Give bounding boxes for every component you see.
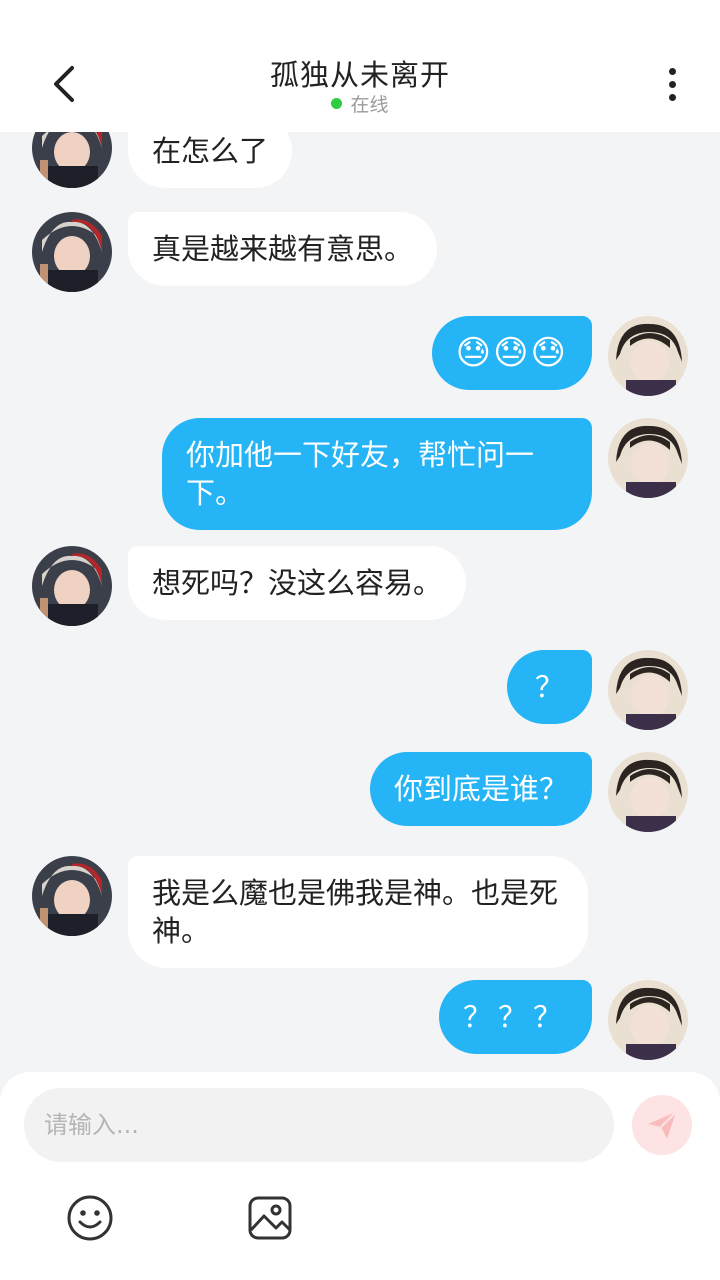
message-bubble[interactable]: 你加他一下好友，帮忙问一下。 <box>162 418 592 530</box>
more-vertical-icon <box>668 67 676 75</box>
message-bubble[interactable]: 你到底是谁？ <box>369 752 592 826</box>
more-dot <box>668 93 676 101</box>
image-icon <box>248 1196 292 1240</box>
chat-header: 孤独从未离开 在线 <box>0 0 720 132</box>
contact-avatar[interactable] <box>32 212 112 292</box>
message-bubble[interactable]: ？ <box>506 650 592 724</box>
emoji-button[interactable] <box>66 1194 114 1242</box>
message-bubble[interactable]: 😓😓😓 <box>431 316 592 390</box>
status-text: 在线 <box>350 94 389 116</box>
image-button[interactable] <box>246 1194 294 1242</box>
message-input[interactable] <box>24 1088 614 1162</box>
more-options-button[interactable] <box>650 58 694 110</box>
message-bubble[interactable]: ？？？ <box>438 980 592 1054</box>
message-bubble[interactable]: 想死吗？没这么容易。 <box>128 546 467 620</box>
user-avatar[interactable] <box>608 316 688 396</box>
contact-avatar[interactable] <box>32 546 112 626</box>
user-avatar[interactable] <box>608 418 688 498</box>
chat-title: 孤独从未离开 <box>269 58 450 92</box>
message-bubble[interactable]: 我是么魔也是佛我是神。也是死神。 <box>128 856 588 968</box>
send-button[interactable] <box>632 1095 692 1155</box>
chat-screen: 在怎么了 真是越来越有意思。 😓😓😓 你加他一下好友，帮忙问一下。 想死吗？没这… <box>0 0 720 1280</box>
send-icon <box>648 1111 677 1139</box>
message-bubble[interactable]: 真是越来越有意思。 <box>128 212 438 286</box>
user-avatar[interactable] <box>608 752 688 832</box>
online-status: 在线 <box>0 90 720 117</box>
more-dot <box>668 80 676 88</box>
contact-avatar[interactable] <box>32 856 112 936</box>
status-dot <box>331 98 343 109</box>
user-avatar[interactable] <box>608 980 688 1060</box>
smiley-icon <box>67 1195 113 1241</box>
message-list[interactable]: 在怎么了 真是越来越有意思。 😓😓😓 你加他一下好友，帮忙问一下。 想死吗？没这… <box>0 0 720 1070</box>
composer-bar <box>0 1072 720 1280</box>
user-avatar[interactable] <box>608 650 688 730</box>
